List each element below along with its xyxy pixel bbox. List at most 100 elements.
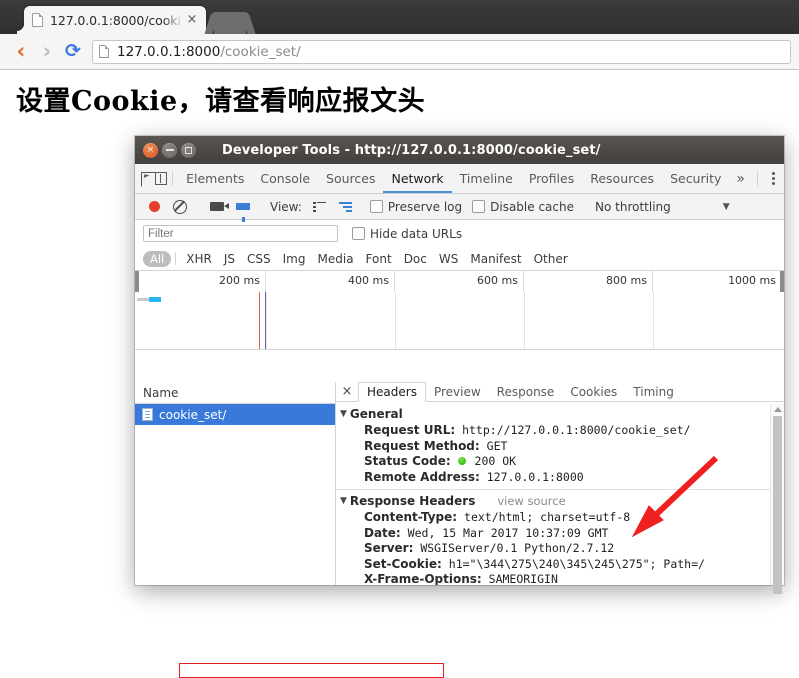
- header-name: Remote Address:: [364, 469, 480, 484]
- tab-sources[interactable]: Sources: [318, 164, 383, 193]
- details-tab-cookies[interactable]: Cookies: [562, 382, 625, 401]
- tab-resources[interactable]: Resources: [582, 164, 662, 193]
- close-icon[interactable]: ×: [184, 12, 200, 28]
- type-filter-manifest[interactable]: Manifest: [464, 252, 527, 266]
- scrollbar-thumb[interactable]: [773, 416, 782, 594]
- forward-button[interactable]: ›: [34, 39, 60, 65]
- devtools-panel-tabs: Elements Console Sources Network Timelin…: [135, 164, 784, 194]
- network-filter-bar: Hide data URLs: [135, 220, 784, 247]
- general-section-header[interactable]: ▼ General: [336, 405, 784, 423]
- browser-toolbar: ‹ › ⟳ 127.0.0.1:8000/cookie_set/: [0, 34, 799, 70]
- record-button[interactable]: [141, 201, 167, 212]
- details-tab-response[interactable]: Response: [489, 382, 563, 401]
- header-row: Remote Address: 127.0.0.1:8000: [336, 470, 784, 486]
- tab-security[interactable]: Security: [662, 164, 729, 193]
- timeline-tick: 800 ms: [524, 271, 653, 292]
- tab-strip: 127.0.0.1:8000/cooki ×: [0, 0, 799, 34]
- close-details-icon[interactable]: ×: [336, 382, 358, 401]
- response-headers-header[interactable]: ▼ Response Headers view source: [336, 492, 784, 510]
- details-tab-preview[interactable]: Preview: [426, 382, 489, 401]
- header-name: Request URL:: [364, 423, 456, 438]
- tab-elements[interactable]: Elements: [178, 164, 252, 193]
- header-row: Date: Wed, 15 Mar 2017 10:37:09 GMT: [336, 526, 784, 542]
- hide-data-urls-checkbox[interactable]: Hide data URLs: [352, 227, 462, 241]
- timeline-ruler: 200 ms 400 ms 600 ms 800 ms 1000 ms: [135, 271, 784, 292]
- triangle-down-icon: ▼: [340, 409, 347, 420]
- more-panels-icon[interactable]: »: [729, 164, 752, 193]
- type-filter-media[interactable]: Media: [312, 252, 360, 266]
- divider: [336, 489, 784, 491]
- network-toolbar: View: Preserve log Disable cache No thro…: [135, 194, 784, 222]
- timeline-tick: 200 ms: [135, 271, 266, 292]
- filter-funnel-icon[interactable]: [230, 203, 256, 222]
- type-filter-xhr[interactable]: XHR: [180, 252, 218, 266]
- request-row-cookie-set[interactable]: cookie_set/: [135, 404, 335, 425]
- request-list-header[interactable]: Name: [135, 382, 335, 404]
- type-filter-js[interactable]: JS: [218, 252, 241, 266]
- address-bar-url: 127.0.0.1:8000/cookie_set/: [117, 44, 301, 60]
- device-toolbar-icon[interactable]: [154, 164, 167, 193]
- view-source-link[interactable]: view source: [497, 494, 565, 508]
- checkbox-icon[interactable]: [472, 200, 486, 213]
- type-filter-css[interactable]: CSS: [241, 252, 277, 266]
- page-icon: [32, 12, 44, 28]
- overview-left-handle[interactable]: [135, 271, 139, 292]
- timeline-tick: 1000 ms: [728, 274, 776, 287]
- throttling-dropdown[interactable]: No throttling ▼: [595, 200, 730, 214]
- details-tab-headers[interactable]: Headers: [358, 382, 426, 403]
- details-scrollbar[interactable]: [770, 404, 784, 594]
- overview-right-handle[interactable]: [780, 271, 784, 292]
- disable-cache-checkbox[interactable]: Disable cache: [472, 200, 574, 214]
- inspect-element-icon[interactable]: [141, 164, 157, 193]
- header-value: SAMEORIGIN: [488, 572, 558, 585]
- list-view-icon[interactable]: [307, 201, 333, 212]
- window-minimize-button[interactable]: [162, 142, 177, 158]
- header-row: X-Frame-Options: SAMEORIGIN: [336, 572, 784, 585]
- new-tab-button[interactable]: [214, 12, 246, 34]
- header-name: Request Method:: [364, 438, 480, 453]
- divider: [175, 252, 177, 265]
- checkbox-icon[interactable]: [352, 227, 365, 240]
- general-section-title: General: [349, 407, 403, 422]
- type-filter-all[interactable]: All: [143, 250, 172, 267]
- response-headers-section: ▼ Response Headers view source Content-T…: [336, 492, 784, 585]
- clear-icon[interactable]: [167, 199, 193, 214]
- window-close-button[interactable]: ×: [143, 142, 158, 158]
- tab-network[interactable]: Network: [383, 164, 451, 193]
- waterfall-view-icon[interactable]: [333, 201, 359, 212]
- request-details-pane: × Headers Preview Response Cookies Timin…: [336, 382, 784, 594]
- reload-button[interactable]: ⟳: [60, 39, 86, 65]
- header-row: Server: WSGIServer/0.1 Python/2.7.12: [336, 541, 784, 557]
- chevron-left-icon: ‹: [16, 39, 26, 63]
- network-overview-timeline[interactable]: 200 ms 400 ms 600 ms 800 ms 1000 ms: [135, 271, 784, 350]
- filter-input[interactable]: [143, 225, 338, 242]
- type-filter-doc[interactable]: Doc: [398, 252, 433, 266]
- scroll-up-icon[interactable]: [774, 407, 782, 412]
- divider: [172, 171, 174, 186]
- header-value: text/html; charset=utf-8: [464, 510, 631, 525]
- tab-timeline[interactable]: Timeline: [452, 164, 521, 193]
- type-filter-font[interactable]: Font: [360, 252, 398, 266]
- browser-tab[interactable]: 127.0.0.1:8000/cooki ×: [17, 6, 206, 34]
- details-tab-timing[interactable]: Timing: [625, 382, 682, 401]
- hide-data-urls-label: Hide data URLs: [370, 226, 463, 241]
- address-bar[interactable]: 127.0.0.1:8000/cookie_set/: [92, 39, 791, 64]
- devtools-menu-icon[interactable]: [763, 164, 784, 193]
- header-name: Status Code:: [364, 454, 451, 469]
- overview-body: [135, 292, 784, 349]
- checkbox-icon[interactable]: [369, 200, 383, 213]
- throttling-value: No throttling: [595, 199, 671, 214]
- camera-icon[interactable]: [204, 202, 230, 211]
- type-filter-other[interactable]: Other: [528, 252, 574, 266]
- type-filter-ws[interactable]: WS: [433, 252, 464, 266]
- general-section: ▼ General Request URL: http://127.0.0.1:…: [336, 405, 784, 485]
- tab-profiles[interactable]: Profiles: [521, 164, 582, 193]
- window-maximize-button[interactable]: [181, 142, 196, 158]
- set-cookie-highlight-box: [179, 663, 444, 678]
- back-button[interactable]: ‹: [8, 39, 34, 65]
- preserve-log-checkbox[interactable]: Preserve log: [369, 200, 462, 214]
- type-filter-img[interactable]: Img: [277, 252, 312, 266]
- tab-console[interactable]: Console: [252, 164, 318, 193]
- header-row-set-cookie: Set-Cookie: h1="\344\275\240\345\245\275…: [336, 557, 784, 573]
- header-row: Status Code: 200 OK: [336, 454, 784, 470]
